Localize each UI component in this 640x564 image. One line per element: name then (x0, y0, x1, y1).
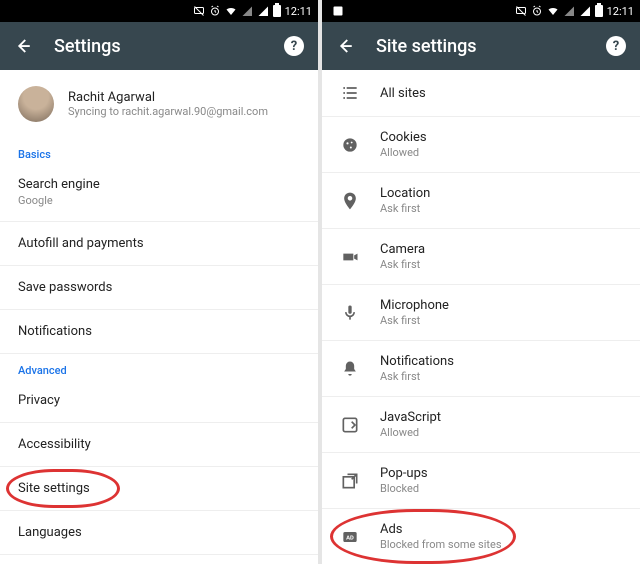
cookie-icon (340, 135, 360, 155)
row-popups[interactable]: Pop-upsBlocked (322, 453, 640, 509)
battery-icon (595, 5, 603, 17)
image-icon (332, 5, 344, 17)
no-cast-icon (193, 5, 205, 17)
svg-text:AD: AD (346, 535, 354, 541)
row-cookies[interactable]: CookiesAllowed (322, 117, 640, 173)
help-icon[interactable]: ? (284, 36, 304, 56)
status-bar: 12:11 (322, 0, 640, 22)
no-cast-icon (515, 5, 527, 17)
row-camera[interactable]: CameraAsk first (322, 229, 640, 285)
ads-icon: AD (340, 527, 360, 547)
row-save-passwords[interactable]: Save passwords (0, 266, 318, 310)
row-privacy[interactable]: Privacy (0, 379, 318, 423)
app-bar: Settings ? (0, 22, 318, 70)
screen-settings: 12:11 Settings ? Rachit Agarwal Syncing … (0, 0, 318, 564)
back-icon[interactable] (336, 37, 354, 55)
help-icon[interactable]: ? (606, 36, 626, 56)
avatar (18, 86, 54, 122)
alarm-icon (209, 5, 221, 17)
app-bar: Site settings ? (322, 22, 640, 70)
no-sim-icon (563, 5, 575, 17)
bell-icon (340, 359, 360, 379)
wifi-icon (547, 5, 559, 17)
signal-icon (257, 5, 269, 17)
profile-name: Rachit Agarwal (68, 90, 268, 105)
alarm-icon (531, 5, 543, 17)
location-icon (340, 191, 360, 211)
section-basics: Basics (0, 138, 318, 163)
battery-icon (273, 5, 281, 17)
row-search-engine[interactable]: Search engine Google (0, 163, 318, 222)
screen-site-settings: 12:11 Site settings ? All sites CookiesA… (322, 0, 640, 564)
wifi-icon (225, 5, 237, 17)
row-site-settings[interactable]: Site settings (0, 467, 318, 511)
back-icon[interactable] (14, 37, 32, 55)
profile-sub: Syncing to rachit.agarwal.90@gmail.com (68, 105, 268, 118)
row-javascript[interactable]: JavaScriptAllowed (322, 397, 640, 453)
signal-icon (579, 5, 591, 17)
row-notifications[interactable]: NotificationsAsk first (322, 341, 640, 397)
section-advanced: Advanced (0, 354, 318, 379)
row-all-sites[interactable]: All sites (322, 70, 640, 117)
camera-icon (340, 247, 360, 267)
popup-icon (340, 471, 360, 491)
page-title: Site settings (376, 36, 584, 57)
row-languages[interactable]: Languages (0, 511, 318, 555)
row-microphone[interactable]: MicrophoneAsk first (322, 285, 640, 341)
profile-row[interactable]: Rachit Agarwal Syncing to rachit.agarwal… (0, 70, 318, 138)
no-sim-icon (241, 5, 253, 17)
row-location[interactable]: LocationAsk first (322, 173, 640, 229)
clock: 12:11 (285, 5, 312, 18)
row-data-saver[interactable]: Data Saver 1% data savings (0, 555, 318, 564)
row-ads[interactable]: AD AdsBlocked from some sites (322, 509, 640, 564)
row-autofill[interactable]: Autofill and payments (0, 222, 318, 266)
page-title: Settings (54, 36, 262, 57)
clock: 12:11 (607, 5, 634, 18)
status-bar: 12:11 (0, 0, 318, 22)
javascript-icon (340, 415, 360, 435)
row-accessibility[interactable]: Accessibility (0, 423, 318, 467)
list-icon (340, 83, 360, 103)
row-notifications[interactable]: Notifications (0, 310, 318, 354)
mic-icon (340, 303, 360, 323)
